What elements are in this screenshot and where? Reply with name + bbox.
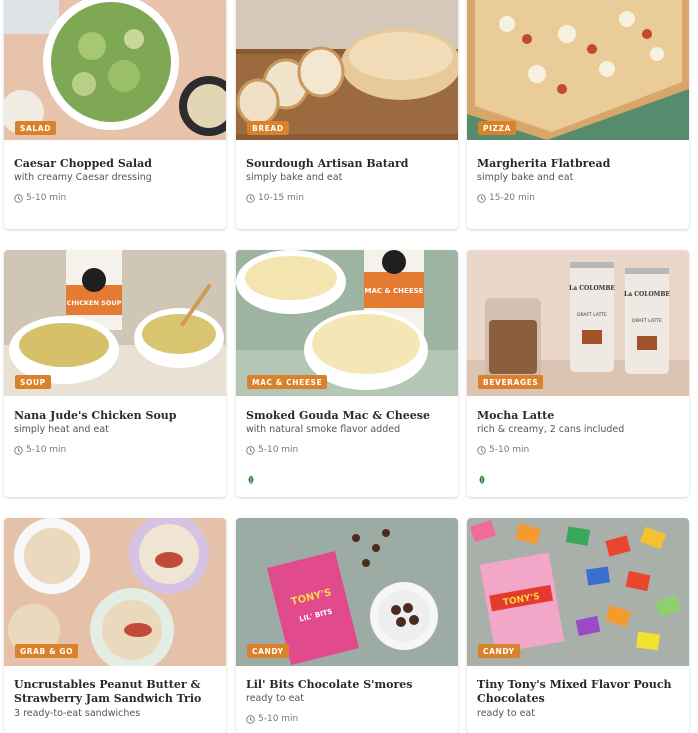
tub-label: CHICKEN SOUP [67,299,122,307]
product-subtitle: 3 ready-to-eat sandwiches [14,708,141,719]
product-subtitle: simply heat and eat [14,424,109,435]
prep-time: 5-10 min [14,192,66,204]
can-label: DRAFT LATTE [577,312,607,318]
clock-icon [246,445,255,455]
product-image[interactable] [236,0,458,140]
product-card-chicken-soup[interactable]: CHICKEN SOUP SOUP Nana Jude's Chicken So… [4,250,226,497]
product-subtitle: ready to eat [246,693,304,704]
category-badge: CANDY [247,644,289,658]
category-badge: BREAD [247,121,289,135]
can-brand: La COLOMBE [624,291,670,298]
category-badge: CANDY [478,644,520,658]
product-card-mac-cheese[interactable]: MAC & CHEESE MAC & CHEESE Smoked Gouda M… [236,250,458,497]
category-badge: BEVERAGES [478,375,544,389]
product-card-margherita-flatbread[interactable]: PIZZA Margherita Flatbread simply bake a… [467,0,689,229]
clock-icon [246,714,255,724]
prep-time-label: 5-10 min [258,714,299,724]
product-subtitle: rich & creamy, 2 cans included [477,424,625,435]
leaf-icon [479,475,485,485]
prep-time: 15-20 min [477,192,535,204]
product-card-sourdough-batard[interactable]: BREAD Sourdough Artisan Batard simply ba… [236,0,458,229]
product-card-mocha-latte[interactable]: La COLOMBE La COLOMBE DRAFT LATTE DRAFT … [467,250,689,497]
product-card-tiny-tonys[interactable]: TONY'S CANDY Tiny Tony's Mixed Flavor Po… [467,518,689,733]
category-badge: SALAD [15,121,57,135]
product-card-lil-bits[interactable]: TONY'S LIL' BITS CANDY Lil' Bits Chocola… [236,518,458,733]
category-badge: SOUP [15,375,51,389]
product-image[interactable] [467,0,689,140]
prep-time: 5-10 min [246,444,298,456]
prep-time-label: 5-10 min [489,445,530,455]
category-badge: MAC & CHEESE [247,375,328,389]
product-subtitle: with creamy Caesar dressing [14,172,152,183]
prep-time: 10-15 min [246,192,304,204]
product-title[interactable]: Uncrustables Peanut Butter & Strawberry … [14,678,220,706]
clock-icon [14,445,23,455]
prep-time: 5-10 min [477,444,529,456]
prep-time-label: 5-10 min [26,445,67,455]
clock-icon [477,445,486,455]
product-card-caesar-salad[interactable]: SALAD Caesar Chopped Salad with creamy C… [4,0,226,229]
prep-time-label: 5-10 min [26,193,67,203]
product-card-uncrustables[interactable]: GRAB & GO Uncrustables Peanut Butter & S… [4,518,226,733]
product-subtitle: simply bake and eat [246,172,343,183]
product-subtitle: with natural smoke flavor added [246,424,401,435]
can-brand: La COLOMBE [569,285,615,292]
product-title[interactable]: Nana Jude's Chicken Soup [14,409,220,423]
category-badge: PIZZA [478,121,516,135]
clock-icon [14,193,23,203]
product-title[interactable]: Margherita Flatbread [477,157,683,171]
tub-label: MAC & CHEESE [365,287,424,295]
product-title[interactable]: Caesar Chopped Salad [14,157,220,171]
product-subtitle: ready to eat [477,708,535,719]
product-image[interactable] [4,0,226,140]
prep-time-label: 10-15 min [258,193,304,203]
product-title[interactable]: Smoked Gouda Mac & Cheese [246,409,452,423]
can-label: DRAFT LATTE [632,318,662,324]
product-subtitle: simply bake and eat [477,172,574,183]
clock-icon [246,193,255,203]
clock-icon [477,193,486,203]
leaf-icon [248,475,254,485]
product-title[interactable]: Tiny Tony's Mixed Flavor Pouch Chocolate… [477,678,683,706]
product-title[interactable]: Sourdough Artisan Batard [246,157,452,171]
category-badge: GRAB & GO [15,644,79,658]
prep-time: 5-10 min [246,713,298,725]
prep-time-label: 15-20 min [489,193,535,203]
prep-time: 5-10 min [14,444,66,456]
product-title[interactable]: Mocha Latte [477,409,683,423]
product-title[interactable]: Lil' Bits Chocolate S'mores [246,678,452,692]
prep-time-label: 5-10 min [258,445,299,455]
